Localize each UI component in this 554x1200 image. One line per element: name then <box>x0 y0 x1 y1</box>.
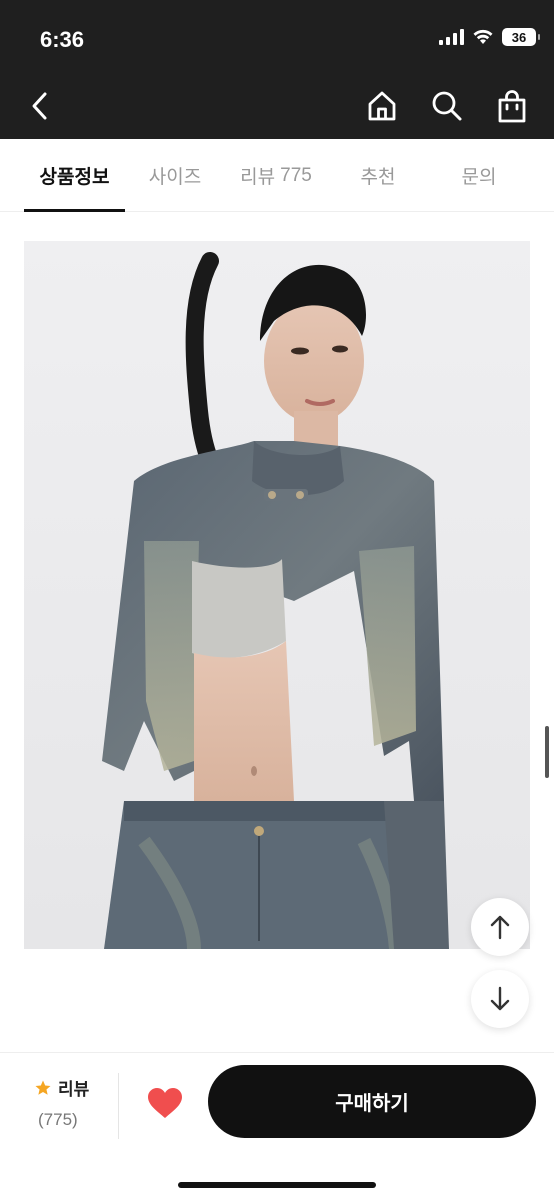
review-count: (775) <box>38 1110 78 1129</box>
arrow-down-icon <box>490 986 510 1011</box>
top-bar: 6:36 36 <box>0 0 554 139</box>
home-icon <box>368 91 396 121</box>
back-button[interactable] <box>20 86 60 126</box>
cellular-signal-icon <box>439 29 464 45</box>
heart-icon <box>148 1088 182 1118</box>
arrow-up-icon <box>490 915 510 940</box>
scroll-indicator[interactable] <box>545 726 549 778</box>
star-icon <box>35 1080 51 1095</box>
search-icon <box>432 91 462 121</box>
status-time: 6:36 <box>40 27 85 52</box>
wifi-icon <box>473 29 493 44</box>
product-tabs: 상품정보 사이즈 리뷰 775 추천 문의 <box>0 139 554 212</box>
tab-product-info[interactable]: 상품정보 <box>24 139 125 212</box>
chevron-left-icon <box>32 92 47 120</box>
tab-size[interactable]: 사이즈 <box>135 139 215 212</box>
review-rating-row: 리뷰 <box>34 1075 114 1100</box>
review-label: 리뷰 <box>58 1080 90 1099</box>
tab-label: 문의 <box>461 167 497 188</box>
tab-label: 리뷰 <box>240 167 276 188</box>
tab-label: 상품정보 <box>39 167 110 188</box>
cart-button[interactable] <box>492 86 532 126</box>
tab-label: 사이즈 <box>148 167 202 188</box>
wishlist-button[interactable] <box>145 1083 185 1123</box>
scroll-down-button[interactable] <box>471 970 529 1028</box>
buy-button[interactable]: 구매하기 <box>208 1065 536 1138</box>
tab-reviews[interactable]: 리뷰 775 <box>228 139 324 212</box>
review-summary[interactable]: 리뷰 (775) <box>34 1075 114 1130</box>
search-button[interactable] <box>427 86 467 126</box>
status-indicators: 36 <box>439 28 540 46</box>
product-image <box>24 241 530 949</box>
battery-indicator: 36 <box>502 28 540 46</box>
tab-label: 추천 <box>360 167 396 188</box>
home-button[interactable] <box>362 86 402 126</box>
purchase-bar: 리뷰 (775) 구매하기 <box>0 1052 554 1200</box>
divider <box>118 1073 119 1139</box>
tab-inquiry[interactable]: 문의 <box>440 139 518 212</box>
home-indicator <box>178 1182 376 1188</box>
tab-recommend[interactable]: 추천 <box>340 139 416 212</box>
scroll-up-button[interactable] <box>471 898 529 956</box>
tab-review-count: 775 <box>280 164 312 186</box>
shopping-bag-icon <box>498 90 526 123</box>
product-photo-illustration <box>24 241 530 949</box>
